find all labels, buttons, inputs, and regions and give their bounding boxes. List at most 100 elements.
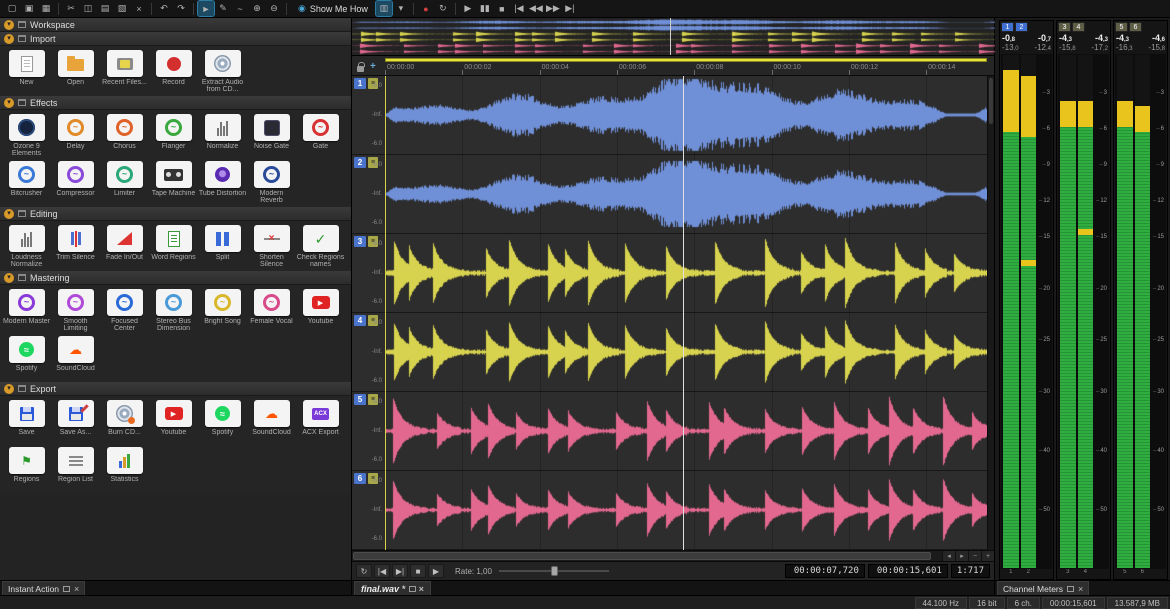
action-ozone-9-elements[interactable]: Ozone 9 Elements — [2, 112, 51, 159]
action-shorten-silence[interactable]: ×Shorten Silence — [247, 223, 296, 270]
timeline-ruler[interactable]: + 00:00:0000:00:0200:00:0400:00:0600:00:… — [352, 56, 994, 76]
scroll-left-button[interactable]: ◂ — [942, 551, 955, 561]
channel-lane-3[interactable]: 3≡-6.0-Inf.-6.0 — [352, 234, 994, 313]
show-me-how-button[interactable]: ◉ Show Me How — [291, 3, 375, 14]
action-word-regions[interactable]: Word Regions — [149, 223, 198, 270]
action-save-as[interactable]: Save As... — [51, 398, 100, 445]
action-stereo-bus-dimension[interactable]: ~Stereo Bus Dimension — [149, 287, 198, 334]
close-document-icon[interactable]: × — [419, 584, 424, 594]
action-tape-machine[interactable]: Tape Machine — [149, 159, 198, 206]
tab-instant-action[interactable]: Instant Action × — [2, 581, 85, 595]
stop-button[interactable]: ■ — [410, 564, 426, 578]
horizontal-scrollbar[interactable]: ◂▸−+ — [352, 550, 994, 561]
expand-collapse-icon[interactable]: ▾ — [4, 384, 14, 394]
go-to-end-button[interactable]: ▶| — [392, 564, 408, 578]
channel-lane-1[interactable]: 1≡-6.0-Inf.-6.0 — [352, 76, 994, 155]
action-regions[interactable]: ⚑Regions — [2, 445, 51, 492]
action-loudness-normalize[interactable]: Loudness Normalize — [2, 223, 51, 270]
channel-chip-3[interactable]: 3 — [1058, 22, 1071, 32]
tab-channel-meters[interactable]: Channel Meters × — [997, 581, 1089, 595]
expand-collapse-icon[interactable]: ▾ — [4, 98, 14, 108]
action-female-vocal[interactable]: ~Female Vocal — [247, 287, 296, 334]
expand-collapse-icon[interactable]: ▾ — [4, 273, 14, 283]
undo-icon[interactable]: ↶ — [156, 1, 172, 16]
new-file-icon[interactable]: ▢ — [4, 1, 20, 16]
action-statistics[interactable]: Statistics — [100, 445, 149, 492]
section-header-import[interactable]: ▾Import — [0, 32, 351, 46]
pencil-tool-icon[interactable]: ✎ — [215, 1, 231, 16]
record-icon[interactable]: ● — [418, 1, 434, 16]
copy-icon[interactable]: ◫ — [80, 1, 96, 16]
action-fade-in-out[interactable]: Fade In/Out — [100, 223, 149, 270]
waveform-canvas-5[interactable] — [385, 392, 988, 470]
action-new[interactable]: New — [2, 48, 51, 95]
channel-lane-6[interactable]: 6≡-6.0-Inf.-6.0 — [352, 471, 994, 550]
action-chorus[interactable]: ~Chorus — [100, 112, 149, 159]
vertical-scrollbar[interactable] — [987, 76, 994, 550]
action-save[interactable]: Save — [2, 398, 51, 445]
loop-playback-button[interactable]: ↻ — [356, 564, 372, 578]
loop-playback-icon[interactable]: ↻ — [435, 1, 451, 16]
edit-tool-icon[interactable]: ► — [198, 1, 214, 16]
open-file-icon[interactable]: ▣ — [21, 1, 37, 16]
vertical-scrollbar-thumb[interactable] — [989, 78, 993, 124]
action-smooth-limiting[interactable]: ~Smooth Limiting — [51, 287, 100, 334]
action-recent-files[interactable]: Recent Files... — [100, 48, 149, 95]
expand-collapse-icon[interactable]: ▾ — [4, 34, 14, 44]
zoom-out-tool-icon[interactable]: ⊖ — [266, 1, 282, 16]
channel-chip-2[interactable]: 2 — [1015, 22, 1028, 32]
waveform-canvas-4[interactable] — [385, 313, 988, 391]
go-to-end-icon[interactable]: ▶| — [562, 1, 578, 16]
channel-lane-5[interactable]: 5≡-6.0-Inf.-6.0 — [352, 392, 994, 471]
trim-icon[interactable]: ▧ — [114, 1, 130, 16]
scrollbar-thumb[interactable] — [353, 552, 931, 560]
action-focused-center[interactable]: ~Focused Center — [100, 287, 149, 334]
action-bitcrusher[interactable]: ~Bitcrusher — [2, 159, 51, 206]
action-soundcloud[interactable]: ☁SoundCloud — [51, 334, 100, 381]
action-acx-export[interactable]: ACXACX Export — [296, 398, 345, 445]
waveform-canvas-1[interactable] — [385, 76, 988, 154]
action-limiter[interactable]: ~Limiter — [100, 159, 149, 206]
redo-icon[interactable]: ↷ — [173, 1, 189, 16]
float-meters-icon[interactable] — [1067, 586, 1074, 592]
play-button[interactable]: ▶ — [428, 564, 444, 578]
play-icon[interactable]: ▶ — [460, 1, 476, 16]
rewind-icon[interactable]: ◀◀ — [528, 1, 544, 16]
action-split[interactable]: Split — [198, 223, 247, 270]
action-tube-distortion[interactable]: Tube Distortion — [198, 159, 247, 206]
lock-icon[interactable] — [357, 66, 364, 72]
snap-crosshair-icon[interactable]: + — [370, 61, 376, 72]
zoom-out-button[interactable]: − — [968, 551, 981, 561]
channel-lane-2[interactable]: 2≡-6.0-Inf.-6.0 — [352, 155, 994, 234]
channel-chip-4[interactable]: 4 — [1072, 22, 1085, 32]
action-normalize[interactable]: Normalize — [198, 112, 247, 159]
close-meters-icon[interactable]: × — [1078, 584, 1083, 594]
go-to-start-icon[interactable]: |◀ — [511, 1, 527, 16]
action-noise-gate[interactable]: Noise Gate — [247, 112, 296, 159]
float-panel-icon[interactable] — [63, 586, 70, 592]
section-header-mastering[interactable]: ▾Mastering — [0, 271, 351, 285]
rate-slider[interactable] — [499, 565, 609, 577]
overview-strip[interactable] — [352, 18, 994, 56]
playhead-cursor[interactable] — [683, 76, 684, 550]
action-youtube[interactable]: ▶Youtube — [149, 398, 198, 445]
delete-icon[interactable]: × — [131, 1, 147, 16]
overview-waveform-canvas[interactable] — [352, 19, 995, 55]
action-record[interactable]: Record — [149, 48, 198, 95]
action-region-list[interactable]: Region List — [51, 445, 100, 492]
markers-icon[interactable]: ▾ — [393, 1, 409, 16]
action-trim-silence[interactable]: Trim Silence — [51, 223, 100, 270]
action-open[interactable]: Open — [51, 48, 100, 95]
action-modern-reverb[interactable]: ~Modern Reverb — [247, 159, 296, 206]
waveform-canvas-2[interactable] — [385, 155, 988, 233]
slider-handle[interactable] — [551, 566, 558, 576]
scroll-right-button[interactable]: ▸ — [955, 551, 968, 561]
float-document-icon[interactable] — [409, 586, 416, 592]
channel-chip-5[interactable]: 5 — [1115, 22, 1128, 32]
action-delay[interactable]: ~Delay — [51, 112, 100, 159]
channel-chip-1[interactable]: 1 — [1001, 22, 1014, 32]
forward-icon[interactable]: ▶▶ — [545, 1, 561, 16]
cut-icon[interactable]: ✂ — [63, 1, 79, 16]
waveform-canvas-3[interactable] — [385, 234, 988, 312]
action-gate[interactable]: ~Gate — [296, 112, 345, 159]
